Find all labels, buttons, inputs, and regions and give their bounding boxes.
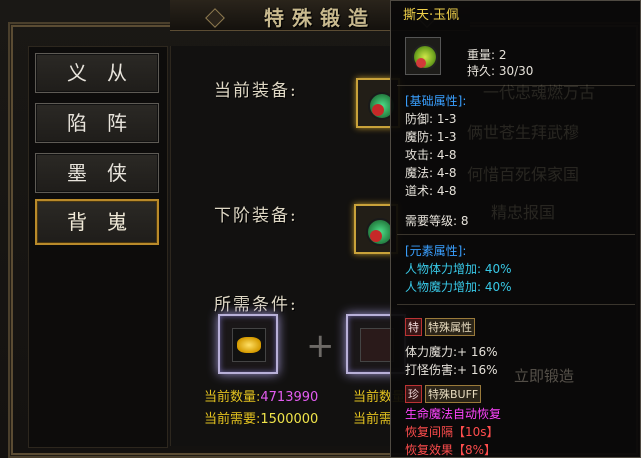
buff-line-3: 恢复效果【8%】 xyxy=(405,443,497,457)
menu-item-yicong[interactable]: 义从 xyxy=(35,53,159,93)
ghost-text-1: 一代忠魂燃万古 xyxy=(483,83,596,102)
jade-pendant-icon xyxy=(412,44,438,70)
special-stat-hpmp: 体力魔力:+ 16% xyxy=(405,345,498,359)
special-attr-header: 特特殊属性 xyxy=(405,318,475,336)
ghost-text-4: 精忠报国 xyxy=(491,203,556,222)
material-need: 当前需 xyxy=(353,408,392,427)
requirement-label: 所需条件: xyxy=(214,295,298,315)
base-attr-header: [基础属性]: xyxy=(405,94,467,108)
forge-now-button[interactable]: 立即锻造 xyxy=(497,363,591,389)
stat-taoism: 道术: 4-8 xyxy=(405,184,457,198)
next-equipment-label: 下阶装备: xyxy=(214,206,298,226)
item-tooltip: 撕天·玉佩 重量: 2 持久: 30/30 一代忠魂燃万古 俩世苍生拜武穆 何惜… xyxy=(390,0,641,458)
special-tag-icon: 特 xyxy=(405,318,422,336)
plus-icon: + xyxy=(306,326,335,366)
menu-item-beiwei[interactable]: 背嵬 xyxy=(35,199,159,245)
item-weight: 重量: 2 xyxy=(467,48,507,62)
special-attr-title: 特殊属性 xyxy=(425,318,475,336)
buff-line-1: 生命魔法自动恢复 xyxy=(405,407,502,421)
current-equipment-label: 当前装备: xyxy=(214,81,298,101)
category-menu: 义从 陷阵 墨侠 背嵬 xyxy=(28,46,168,448)
element-stat-mp: 人物魔力增加: 40% xyxy=(405,280,512,294)
special-stat-damage: 打怪伤害:+ 16% xyxy=(405,363,498,377)
level-requirement: 需要等级: 8 xyxy=(405,214,469,228)
element-attr-header: [元素属性]: xyxy=(405,244,467,258)
gem-icon xyxy=(372,104,384,116)
ghost-text-2: 俩世苍生拜武穆 xyxy=(467,123,580,142)
item-icon xyxy=(405,37,441,75)
gold-need: 当前需要:1500000 xyxy=(204,408,318,427)
gold-box xyxy=(232,328,266,362)
item-durability: 持久: 30/30 xyxy=(467,64,534,78)
ghost-text-3: 何惜百死保家国 xyxy=(467,165,580,184)
stat-magic-defense: 魔防: 1-3 xyxy=(405,130,457,144)
item-name: 撕天·玉佩 xyxy=(403,8,460,23)
divider xyxy=(397,234,635,235)
buff-line-2: 恢复间隔【10s】 xyxy=(405,425,499,439)
material-box xyxy=(360,328,394,362)
menu-item-moxia[interactable]: 墨侠 xyxy=(35,153,159,193)
gold-need-key: 当前需要: xyxy=(204,412,261,427)
gold-quantity: 当前数量:4713990 xyxy=(204,386,318,405)
gem-icon xyxy=(370,230,382,242)
menu-item-xianzhen[interactable]: 陷阵 xyxy=(35,103,159,143)
stat-attack: 攻击: 4-8 xyxy=(405,148,457,162)
buff-header: 珍特殊BUFF xyxy=(405,385,482,403)
gem-icon xyxy=(416,58,426,68)
material-need-key: 当前需 xyxy=(353,412,393,427)
stat-magic: 魔法: 4-8 xyxy=(405,166,457,180)
element-stat-hp: 人物体力增加: 40% xyxy=(405,262,512,276)
divider xyxy=(397,304,635,305)
stat-defense: 防御: 1-3 xyxy=(405,112,457,126)
buff-tag-icon: 珍 xyxy=(405,385,422,403)
gold-coins-icon xyxy=(237,337,261,353)
gold-need-value: 1500000 xyxy=(260,412,319,427)
gold-requirement-slot[interactable] xyxy=(218,314,278,374)
buff-title: 特殊BUFF xyxy=(425,385,482,403)
gold-quantity-value: 4713990 xyxy=(260,390,319,405)
gold-quantity-key: 当前数量: xyxy=(204,390,261,405)
